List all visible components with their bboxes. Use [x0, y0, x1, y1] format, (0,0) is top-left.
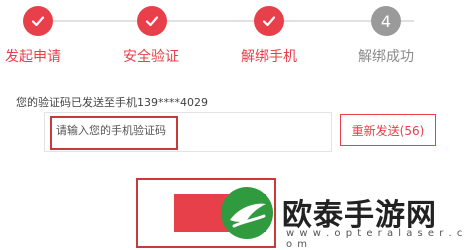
step-2-label: 安全验证 [123, 49, 179, 65]
stepper-track [38, 20, 414, 22]
verification-code-input[interactable] [56, 120, 256, 140]
step-4-number: 4 [371, 6, 401, 36]
watermark-logo [220, 186, 274, 240]
resend-code-button[interactable]: 重新发送(56) [340, 114, 436, 146]
step-3-label: 解绑手机 [241, 49, 297, 65]
step-1-check-icon [23, 6, 53, 36]
step-4-label: 解绑成功 [358, 49, 414, 65]
step-2-check-icon [137, 6, 167, 36]
watermark-url: w w w . o p t e r a l a s e r . c o m [286, 228, 464, 250]
step-3-check-icon [254, 6, 284, 36]
progress-stepper: 发起申请 安全验证 解绑手机 4 解绑成功 [0, 0, 464, 70]
step-1-label: 发起申请 [5, 49, 61, 65]
sms-sent-hint: 您的验证码已发送至手机139****4029 [16, 96, 208, 109]
